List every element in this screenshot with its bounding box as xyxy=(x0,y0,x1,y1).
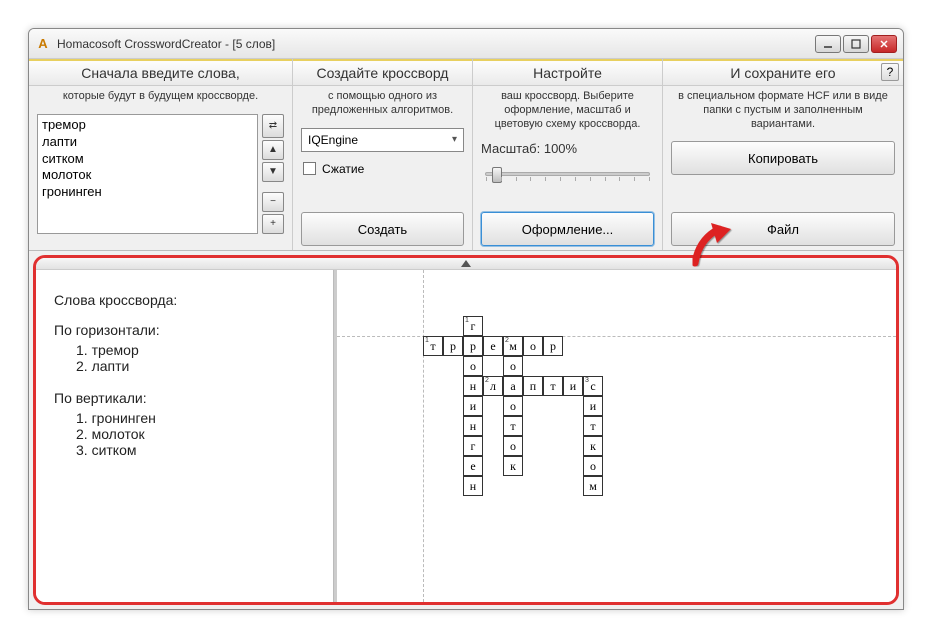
grid-cell: т xyxy=(583,416,603,436)
grid-cell: л2 xyxy=(483,376,503,396)
list-item: 2. лапти xyxy=(76,358,315,374)
grid-cell: н xyxy=(463,376,483,396)
clue-pane[interactable]: Слова кроссворда: По горизонтали: 1. тре… xyxy=(36,270,334,602)
list-item: 1. тремор xyxy=(76,342,315,358)
preview-area: Слова кроссворда: По горизонтали: 1. тре… xyxy=(33,255,899,605)
grid-cell: о xyxy=(503,356,523,376)
scale-label: Масштаб: 100% xyxy=(481,141,654,156)
grid-cell: к xyxy=(503,456,523,476)
scale-slider[interactable] xyxy=(485,172,650,176)
grid-cell: к xyxy=(583,436,603,456)
panel-configure: Настройте ваш кроссворд. Выберите оформл… xyxy=(473,59,663,250)
grid-cell: н xyxy=(463,416,483,436)
grid-cell: и xyxy=(563,376,583,396)
grid-pane[interactable]: г1т1ррем2ороонл2аптис3иоинттгокеконм xyxy=(334,270,896,602)
swap-button[interactable]: ⇄ xyxy=(262,114,284,138)
maximize-button[interactable] xyxy=(843,35,869,53)
list-item: 3. ситком xyxy=(76,442,315,458)
grid-cell: с3 xyxy=(583,376,603,396)
grid-cell: т xyxy=(503,416,523,436)
clues-title: Слова кроссворда: xyxy=(54,292,315,308)
panel-words-desc: которые будут в будущем кроссворде. xyxy=(29,86,292,110)
engine-value: IQEngine xyxy=(308,133,358,147)
window-title: Homacosoft CrosswordCreator - [5 слов] xyxy=(57,37,815,51)
grid-cell: т xyxy=(543,376,563,396)
grid-cell: о xyxy=(523,336,543,356)
grid-cell: е xyxy=(483,336,503,356)
grid-cell: г xyxy=(463,436,483,456)
toolbar: Сначала введите слова, которые будут в б… xyxy=(29,59,903,251)
close-button[interactable] xyxy=(871,35,897,53)
list-item: 1. гронинген xyxy=(76,410,315,426)
panel-configure-head: Настройте xyxy=(473,59,662,86)
add-button[interactable]: + xyxy=(262,214,284,234)
grid-cell: м xyxy=(583,476,603,496)
panel-create: Создайте кроссворд с помощью одного из п… xyxy=(293,59,473,250)
help-button[interactable]: ? xyxy=(881,63,899,81)
panel-words: Сначала введите слова, которые будут в б… xyxy=(29,59,293,250)
grid-cell: о xyxy=(583,456,603,476)
words-textarea[interactable] xyxy=(37,114,258,234)
grid-cell: р xyxy=(543,336,563,356)
app-window: A Homacosoft CrosswordCreator - [5 слов]… xyxy=(28,28,904,610)
cell-number: 2 xyxy=(485,377,489,384)
grid-cell: р xyxy=(463,336,483,356)
down-list: 1. гронинген 2. молоток 3. ситком xyxy=(54,410,315,458)
engine-select[interactable]: IQEngine xyxy=(301,128,464,152)
minimize-button[interactable] xyxy=(815,35,841,53)
grid-cell: е xyxy=(463,456,483,476)
app-icon: A xyxy=(35,36,51,52)
preview-toolbar[interactable] xyxy=(36,258,896,270)
grid-cell: о xyxy=(503,436,523,456)
panel-create-head: Создайте кроссворд xyxy=(293,59,472,86)
guide-v xyxy=(423,270,424,602)
guide-h xyxy=(337,336,896,337)
grid-cell: о xyxy=(503,396,523,416)
grid-cell: м2 xyxy=(503,336,523,356)
across-list: 1. тремор 2. лапти xyxy=(54,342,315,374)
grid-cell: а xyxy=(503,376,523,396)
compress-row[interactable]: Сжатие xyxy=(301,158,464,180)
grid-cell: р xyxy=(443,336,463,356)
grid-cell: г1 xyxy=(463,316,483,336)
copy-button[interactable]: Копировать xyxy=(671,141,895,175)
compress-checkbox[interactable] xyxy=(303,162,316,175)
panel-create-desc: с помощью одного из предложенных алгорит… xyxy=(293,86,472,124)
panel-save-desc: в специальном формате HCF или в виде пап… xyxy=(663,86,903,137)
grid-cell: п xyxy=(523,376,543,396)
grid-cell: н xyxy=(463,476,483,496)
across-label: По горизонтали: xyxy=(54,322,315,338)
panel-configure-desc: ваш кроссворд. Выберите оформление, масш… xyxy=(473,86,662,137)
grid-cell: и xyxy=(463,396,483,416)
panel-save-head: И сохраните его xyxy=(663,59,903,86)
create-button[interactable]: Создать xyxy=(301,212,464,246)
grid-cell: т1 xyxy=(423,336,443,356)
down-label: По вертикали: xyxy=(54,390,315,406)
cell-number: 1 xyxy=(425,337,429,344)
panel-words-head: Сначала введите слова, xyxy=(29,59,292,86)
remove-button[interactable]: − xyxy=(262,192,284,212)
cell-number: 3 xyxy=(585,377,589,384)
title-bar[interactable]: A Homacosoft CrosswordCreator - [5 слов] xyxy=(29,29,903,59)
cell-number: 2 xyxy=(505,337,509,344)
grid-cell: о xyxy=(463,356,483,376)
move-up-button[interactable]: ▲ xyxy=(262,140,284,160)
cell-number: 1 xyxy=(465,317,469,324)
design-button[interactable]: Оформление... xyxy=(481,212,654,246)
list-item: 2. молоток xyxy=(76,426,315,442)
grid-cell: и xyxy=(583,396,603,416)
move-down-button[interactable]: ▼ xyxy=(262,162,284,182)
collapse-icon xyxy=(461,260,471,267)
compress-label: Сжатие xyxy=(322,162,364,176)
arrow-annotation-icon xyxy=(689,219,739,269)
